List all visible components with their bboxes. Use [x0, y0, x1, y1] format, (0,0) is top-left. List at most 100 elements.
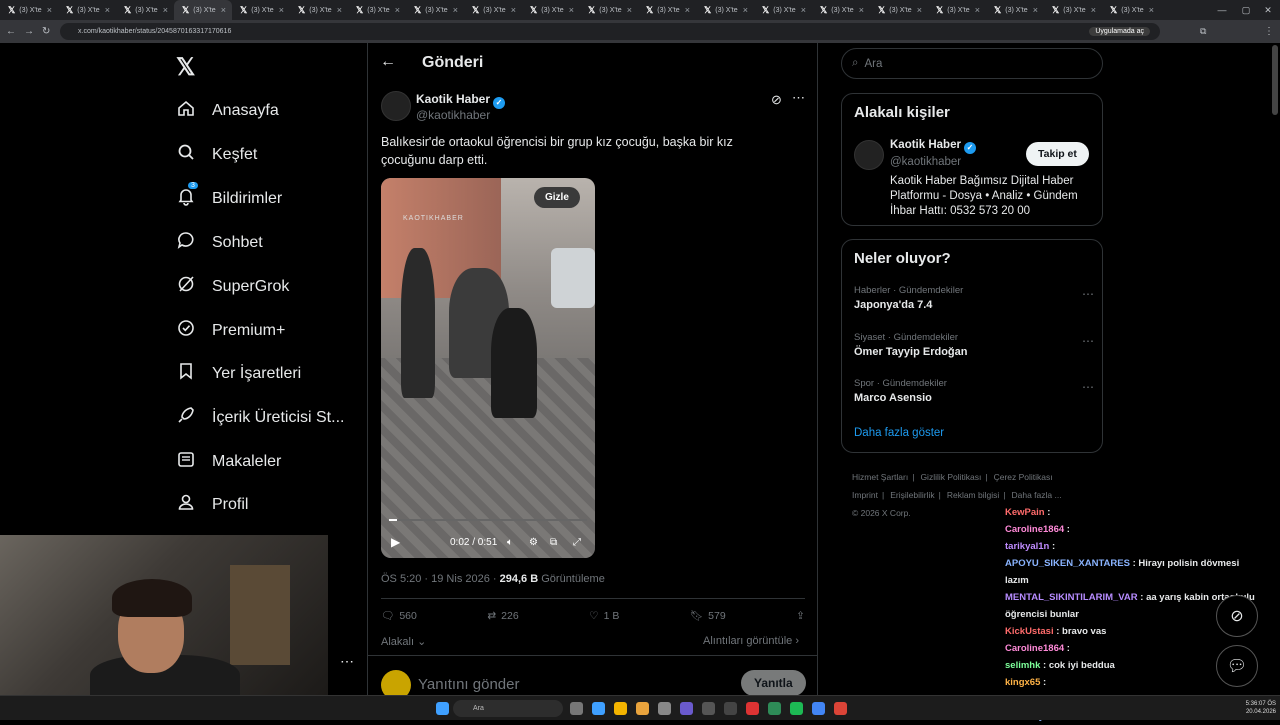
footer-link[interactable]: Daha fazla ... — [1011, 490, 1061, 500]
related-dropdown[interactable]: Alakalı ⌄ — [381, 635, 426, 648]
more-options-icon[interactable]: ⋯ — [1082, 380, 1094, 394]
post-date[interactable]: 19 Nis 2026 — [431, 573, 490, 585]
browser-tab[interactable]: 𝕏 (3) X'te × — [0, 0, 58, 20]
x-logo-icon[interactable]: 𝕏 — [176, 53, 195, 82]
footer-link[interactable]: Erişilebilirlik — [890, 490, 934, 500]
browser-tab[interactable]: 𝕏 (3) X'te × — [812, 0, 870, 20]
tab-close-icon[interactable]: × — [627, 5, 632, 15]
footer-link[interactable]: Çerez Politikası — [994, 472, 1053, 482]
tab-close-icon[interactable]: × — [163, 5, 168, 15]
follow-button[interactable]: Takip et — [1026, 142, 1089, 166]
windows-start-icon[interactable] — [436, 702, 449, 715]
share-button[interactable]: ⇪ — [796, 609, 805, 622]
tab-close-icon[interactable]: × — [975, 5, 980, 15]
nav-item-home[interactable]: Anasayfa — [176, 98, 279, 123]
reply-input[interactable]: Yanıtını gönder — [418, 676, 519, 693]
browser-tab[interactable]: 𝕏 (3) X'te × — [464, 0, 522, 20]
chat-username[interactable]: Caroline1864 — [1005, 524, 1064, 535]
extensions-icon[interactable]: ⧉ — [1200, 26, 1206, 37]
nav-item-grok[interactable]: SuperGrok — [176, 274, 289, 299]
chat-username[interactable]: APOYU_SIKEN_XANTARES — [1005, 558, 1130, 569]
nav-item-premium[interactable]: Premium+ — [176, 318, 285, 343]
taskbar-app-icon[interactable] — [680, 702, 693, 715]
more-options-icon[interactable]: ⋯ — [1082, 287, 1094, 301]
back-arrow-icon[interactable]: ← — [6, 26, 16, 37]
search-input[interactable]: ⌕ Ara — [841, 48, 1103, 79]
footer-link[interactable]: Reklam bilgisi — [947, 490, 999, 500]
taskbar-app-icon[interactable] — [790, 702, 803, 715]
browser-tab[interactable]: 𝕏 (3) X'te × — [406, 0, 464, 20]
back-arrow-icon[interactable]: ← — [380, 53, 396, 71]
tab-close-icon[interactable]: × — [1091, 5, 1096, 15]
tab-close-icon[interactable]: × — [859, 5, 864, 15]
tab-close-icon[interactable]: × — [1149, 5, 1154, 15]
nav-item-article[interactable]: Makaleler — [176, 449, 281, 474]
tab-close-icon[interactable]: × — [47, 5, 52, 15]
related-name[interactable]: Kaotik Haber ✓ — [890, 139, 976, 154]
browser-tab[interactable]: 𝕏 (3) X'te × — [1102, 0, 1160, 20]
settings-icon[interactable]: ⚙ — [529, 537, 538, 548]
trend-item[interactable]: Haberler · Gündemdekiler Japonya'da 7.4 ⋯ — [854, 285, 1094, 311]
open-in-app-button[interactable]: Uygulamada aç — [1089, 27, 1150, 36]
repost-button[interactable]: ⇄ 226 — [487, 609, 518, 622]
browser-tab[interactable]: 𝕏 (3) X'te × — [522, 0, 580, 20]
taskbar-clock[interactable]: 5:36:07 ÖS 20.04.2026 — [1240, 700, 1276, 716]
chat-username[interactable]: KewPain — [1005, 507, 1045, 518]
taskbar-app-icon[interactable] — [658, 702, 671, 715]
play-icon[interactable]: ▶ — [391, 535, 400, 549]
taskbar-app-icon[interactable] — [592, 702, 605, 715]
reload-icon[interactable]: ↻ — [42, 26, 50, 37]
reply-submit-button[interactable]: Yanıtla — [741, 670, 806, 696]
trend-item[interactable]: Siyaset · Gündemdekiler Ömer Tayyip Erdoğ… — [854, 332, 1094, 358]
taskbar-app-icon[interactable] — [746, 702, 759, 715]
chat-username[interactable]: MENTAL_SIKINTILARIM_VAR — [1005, 592, 1138, 603]
taskbar-search[interactable]: Ara — [453, 700, 563, 717]
reply-button[interactable]: 🗨︎ 560 — [381, 609, 417, 623]
taskbar-app-icon[interactable] — [834, 702, 847, 715]
nav-item-rocket[interactable]: İçerik Üreticisi St... — [176, 405, 344, 430]
forward-arrow-icon[interactable]: → — [24, 26, 34, 37]
browser-tab[interactable]: 𝕏 (3) X'te × — [232, 0, 290, 20]
chat-username[interactable]: kingx65 — [1005, 677, 1040, 688]
footer-link[interactable]: Hizmet Şartları — [852, 472, 908, 482]
taskbar-app-icon[interactable] — [724, 702, 737, 715]
taskbar-app-icon[interactable] — [570, 702, 583, 715]
nav-item-profile[interactable]: Profil — [176, 492, 248, 517]
scrollbar[interactable] — [1272, 45, 1278, 115]
view-quotes-link[interactable]: Alıntıları görüntüle › — [703, 635, 799, 647]
video-progress-bar[interactable] — [389, 519, 587, 521]
more-menu-icon[interactable]: ⋯ — [340, 653, 354, 670]
browser-tab[interactable]: 𝕏 (3) X'te × — [348, 0, 406, 20]
maximize-icon[interactable]: ▢ — [1234, 0, 1258, 20]
tab-close-icon[interactable]: × — [511, 5, 516, 15]
tab-close-icon[interactable]: × — [569, 5, 574, 15]
related-handle[interactable]: @kaotikhaber — [890, 156, 961, 168]
tab-close-icon[interactable]: × — [337, 5, 342, 15]
more-options-icon[interactable]: ⋯ — [1082, 334, 1094, 348]
chat-username[interactable]: Caroline1864 — [1005, 643, 1064, 654]
post-video[interactable]: KAOTIKHABER Gizle ▶ 0:02 / 0:51 🔈︎ ⚙ ⧉ ⤢ — [381, 178, 595, 558]
grok-fab-button[interactable]: ⊘ — [1216, 595, 1258, 637]
trend-item[interactable]: Spor · Gündemdekiler Marco Asensio ⋯ — [854, 378, 1094, 404]
tab-close-icon[interactable]: × — [917, 5, 922, 15]
nav-item-chat[interactable]: Sohbet — [176, 230, 263, 255]
menu-dots-icon[interactable]: ⋮ — [1264, 26, 1274, 37]
show-more-link[interactable]: Daha fazla göster — [854, 427, 944, 439]
url-field[interactable]: x.com/kaotikhaber/status/204587016331717… — [60, 23, 1160, 40]
tab-close-icon[interactable]: × — [685, 5, 690, 15]
messages-fab-button[interactable]: 💬︎ — [1216, 645, 1258, 687]
browser-tab[interactable]: 𝕏 (3) X'te × — [928, 0, 986, 20]
chat-username[interactable]: KickUstasi — [1005, 626, 1054, 637]
browser-tab[interactable]: 𝕏 (3) X'te × — [870, 0, 928, 20]
browser-tab[interactable]: 𝕏 (3) X'te × — [290, 0, 348, 20]
pip-icon[interactable]: ⧉ — [550, 537, 557, 548]
taskbar-app-icon[interactable] — [812, 702, 825, 715]
tab-close-icon[interactable]: × — [1033, 5, 1038, 15]
minimize-icon[interactable]: — — [1210, 0, 1234, 20]
like-button[interactable]: ♡ 1 B — [589, 609, 619, 622]
browser-tab[interactable]: 𝕏 (3) X'te × — [58, 0, 116, 20]
tab-close-icon[interactable]: × — [221, 5, 226, 15]
browser-tab[interactable]: 𝕏 (3) X'te × — [986, 0, 1044, 20]
browser-tab[interactable]: 𝕏 (3) X'te × — [174, 0, 232, 20]
taskbar-app-icon[interactable] — [636, 702, 649, 715]
